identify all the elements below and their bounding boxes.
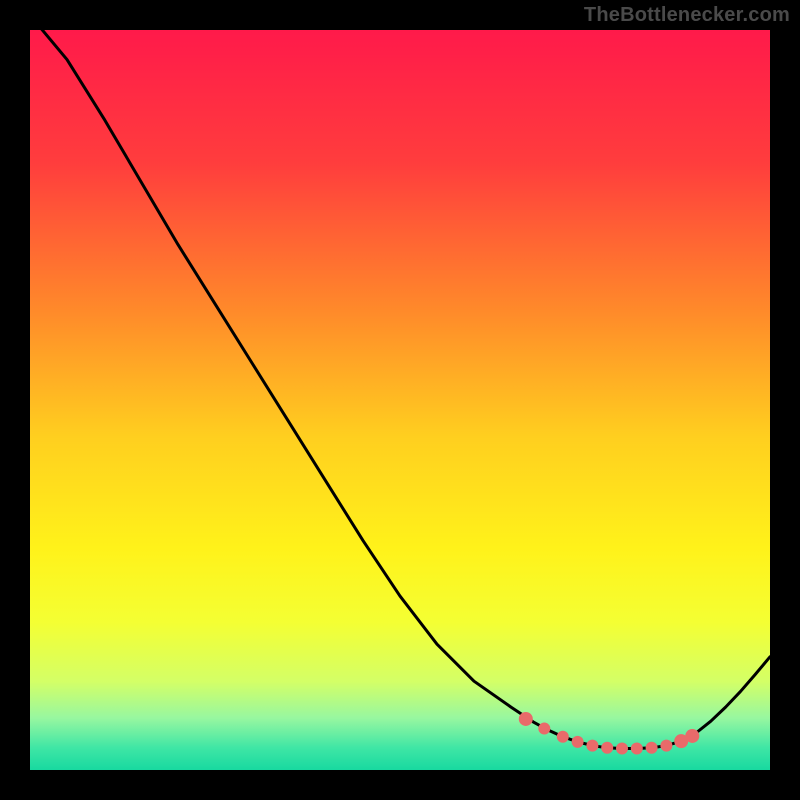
marker-dot [586,740,598,752]
attribution-text: TheBottlenecker.com [584,4,790,27]
plot-area [30,30,770,770]
marker-dot [616,743,628,755]
chart-svg [30,30,770,770]
marker-dot [685,729,699,743]
marker-dot [601,742,613,754]
marker-dot [631,743,643,755]
marker-dot [572,736,584,748]
marker-dot [519,712,533,726]
marker-dot [660,740,672,752]
gradient-background [30,30,770,770]
marker-dot [646,742,658,754]
marker-dot [557,731,569,743]
marker-dot [538,723,550,735]
chart-frame: TheBottlenecker.com [0,0,800,800]
